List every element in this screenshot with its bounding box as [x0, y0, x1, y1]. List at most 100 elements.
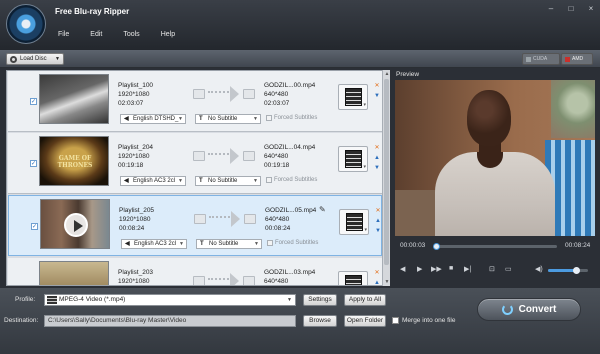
- video-thumbnail[interactable]: [40, 199, 110, 249]
- apply-to-all-button[interactable]: Apply to All: [344, 294, 386, 306]
- audio-track-select[interactable]: ◀ English DTSHD_ ▼: [120, 114, 186, 124]
- folder-icon[interactable]: ▭: [505, 265, 512, 273]
- scroll-down-icon[interactable]: ▼: [384, 279, 390, 285]
- output-duration: 00:19:18: [264, 162, 290, 169]
- list-item[interactable]: ✓ Playlist_100 1920*1080 02:03:07 GODZIL…: [8, 71, 382, 132]
- checkbox-icon: [266, 115, 272, 121]
- volume-knob[interactable]: [573, 267, 580, 274]
- amd-button[interactable]: AMD: [561, 53, 593, 65]
- row-checkbox[interactable]: ✓: [30, 160, 37, 167]
- source-format-icon: [193, 151, 205, 161]
- subtitle-select[interactable]: T No Subtitle ▼: [195, 176, 261, 186]
- output-format-button[interactable]: [338, 271, 368, 285]
- play-icon[interactable]: [64, 213, 88, 237]
- mp4-format-icon: [346, 213, 363, 231]
- dotted-line: [208, 153, 232, 155]
- seek-knob[interactable]: [433, 243, 441, 250]
- convert-arrow: [193, 85, 259, 105]
- scroll-up-icon[interactable]: ▲: [384, 71, 390, 77]
- stop-icon[interactable]: ■: [449, 265, 453, 272]
- volume-slider[interactable]: [548, 267, 588, 274]
- forced-subtitles-label: Forced Subtitles: [275, 240, 319, 246]
- chevron-down-icon: ▾: [363, 164, 366, 170]
- scroll-thumb[interactable]: [384, 79, 389, 265]
- move-down-icon[interactable]: ▼: [375, 226, 381, 236]
- pencil-icon[interactable]: ✎: [319, 205, 326, 214]
- play-icon[interactable]: ▶: [417, 265, 422, 273]
- audio-icon: ◀: [124, 116, 129, 122]
- merge-checkbox[interactable]: Merge into one file: [392, 317, 455, 324]
- subtitle-value: No Subtitle: [209, 241, 239, 247]
- audio-track-value: English DTSHD_: [133, 116, 179, 122]
- video-thumbnail[interactable]: [39, 74, 109, 124]
- remove-icon[interactable]: ✕: [374, 268, 380, 278]
- preview-person-head: [467, 90, 511, 146]
- rewind-icon[interactable]: ◀: [400, 265, 405, 273]
- cuda-button[interactable]: CUDA: [522, 53, 560, 65]
- move-up-icon[interactable]: ▲: [374, 278, 380, 285]
- list-scrollbar[interactable]: ▲ ▼: [382, 70, 390, 286]
- move-up-icon[interactable]: ▲: [375, 216, 381, 226]
- output-format-button[interactable]: ▾: [338, 84, 368, 110]
- output-format-button[interactable]: ▾: [339, 209, 369, 235]
- subtitle-select[interactable]: T No Subtitle ▼: [195, 114, 261, 124]
- list-item[interactable]: Playlist_203 1920*1080 GODZIL...03.mp4 6…: [8, 258, 382, 285]
- menu-file[interactable]: File: [58, 31, 69, 38]
- forced-subtitles-checkbox[interactable]: Forced Subtitles: [267, 240, 318, 246]
- source-info: Playlist_204 1920*1080 00:19:18: [118, 143, 153, 170]
- source-name: Playlist_205: [119, 207, 155, 214]
- forced-subtitles-checkbox[interactable]: Forced Subtitles: [266, 115, 317, 121]
- mp4-format-icon: [345, 275, 362, 285]
- preview-video[interactable]: [395, 80, 595, 236]
- subtitle-icon: T: [200, 241, 204, 247]
- remove-icon[interactable]: ✕: [375, 206, 381, 216]
- audio-track-select[interactable]: ◀ English AC3 2cl ▼: [121, 239, 187, 249]
- forced-subtitles-checkbox[interactable]: Forced Subtitles: [266, 177, 317, 183]
- list-item-selected[interactable]: ✓ Playlist_205 1920*1080 00:08:24 GODZIL…: [8, 195, 382, 256]
- source-format-icon: [193, 89, 205, 99]
- output-format-button[interactable]: ▾: [338, 146, 368, 172]
- source-info: Playlist_205 1920*1080 00:08:24: [119, 206, 154, 233]
- menu-help[interactable]: Help: [161, 31, 175, 38]
- minimize-icon[interactable]: –: [546, 4, 556, 13]
- convert-button[interactable]: Convert: [477, 298, 581, 321]
- destination-field[interactable]: C:\Users\Sally\Documents\Blu-ray Master\…: [44, 315, 296, 327]
- move-down-icon[interactable]: ▼: [374, 91, 380, 101]
- video-thumbnail[interactable]: [39, 261, 109, 285]
- row-checkbox[interactable]: ✓: [31, 223, 38, 230]
- chevron-down-icon: ▼: [287, 297, 292, 303]
- fast-forward-icon[interactable]: ▶▶: [431, 265, 442, 273]
- row-checkbox[interactable]: ✓: [30, 98, 37, 105]
- video-thumbnail[interactable]: GAME OF THRONES: [39, 136, 109, 186]
- load-disc-button[interactable]: Load Disc ▼: [6, 53, 64, 65]
- source-duration: 02:03:07: [118, 100, 144, 107]
- cuda-label: CUDA: [533, 56, 548, 62]
- next-frame-icon[interactable]: ▶|: [464, 265, 471, 273]
- close-icon[interactable]: ×: [586, 4, 596, 13]
- settings-button[interactable]: Settings: [303, 294, 337, 306]
- arrow-right-icon: [230, 86, 239, 102]
- remove-icon[interactable]: ✕: [374, 81, 380, 91]
- disc-icon: [10, 55, 17, 63]
- menu-bar: File Edit Tools Help: [58, 31, 196, 38]
- profile-select[interactable]: MPEG-4 Video (*.mp4) ▼: [44, 294, 296, 306]
- seek-bar[interactable]: [433, 243, 557, 250]
- move-down-icon[interactable]: ▼: [374, 163, 380, 173]
- browse-button[interactable]: Browse: [303, 315, 337, 327]
- list-item[interactable]: ✓ GAME OF THRONES Playlist_204 1920*1080…: [8, 133, 382, 194]
- output-format-icon: [243, 89, 255, 99]
- remove-icon[interactable]: ✕: [374, 143, 380, 153]
- title-bar: Free Blu-ray Ripper File Edit Tools Help…: [0, 0, 600, 50]
- menu-edit[interactable]: Edit: [90, 31, 102, 38]
- subtitle-select[interactable]: T No Subtitle ▼: [196, 239, 262, 249]
- forced-subtitles-label: Forced Subtitles: [274, 177, 318, 183]
- menu-tools[interactable]: Tools: [123, 31, 139, 38]
- output-format-icon: [243, 276, 255, 285]
- audio-track-select[interactable]: ◀ English AC3 2cl ▼: [120, 176, 186, 186]
- volume-icon[interactable]: ◀): [535, 265, 543, 273]
- maximize-icon[interactable]: □: [566, 4, 576, 13]
- move-up-icon[interactable]: ▲: [374, 153, 380, 163]
- snapshot-icon[interactable]: ⊡: [489, 265, 495, 273]
- open-folder-button[interactable]: Open Folder: [344, 315, 386, 327]
- playback-controls: 00:00:03 00:08:24 ◀ ▶ ▶▶ ■ ▶| ⊡ ▭ ◀): [395, 236, 595, 286]
